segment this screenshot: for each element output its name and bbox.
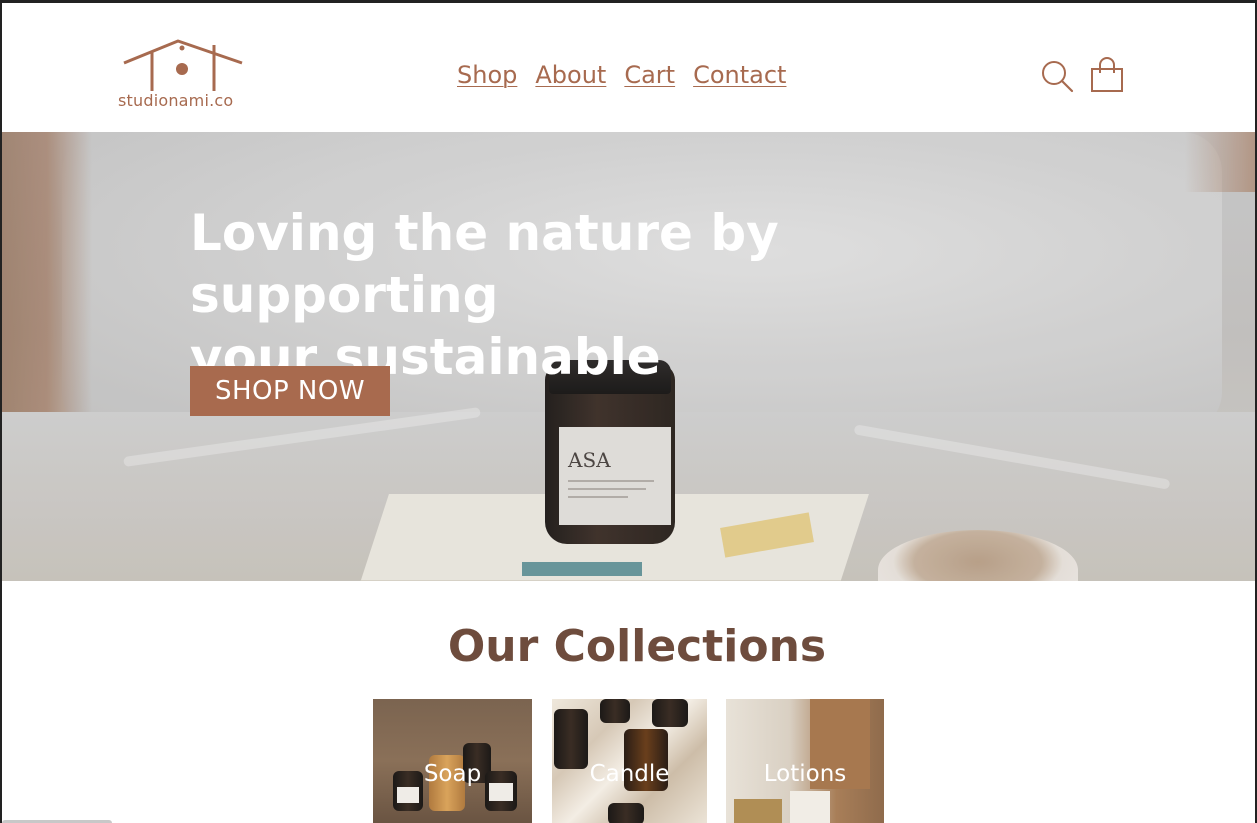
- collection-card-candle[interactable]: Candle: [552, 699, 707, 823]
- basket-image: [734, 799, 782, 823]
- hero-title-line-1: Loving the nature by supporting: [190, 204, 779, 324]
- lotion-jar-image: [790, 791, 830, 823]
- page: studionami.co Shop About Cart Contact AS…: [2, 3, 1255, 823]
- candle-jar-image: [652, 699, 688, 727]
- candle-jar-image: [600, 699, 630, 723]
- main-nav: Shop About Cart Contact: [457, 61, 786, 89]
- candle-jar-image: [554, 709, 588, 769]
- house-logo-icon: [123, 39, 243, 91]
- brand-logo[interactable]: studionami.co: [118, 37, 258, 113]
- collection-label-soap: Soap: [423, 761, 482, 787]
- soap-jar-label: [397, 787, 419, 803]
- collection-card-soap[interactable]: Soap: [373, 699, 532, 823]
- collection-label-candle: Candle: [589, 761, 670, 787]
- shopping-bag-icon[interactable]: [1090, 57, 1124, 93]
- brand-name: studionami.co: [118, 91, 234, 110]
- hero-title: Loving the nature by supporting your sus…: [190, 202, 1090, 388]
- site-header: studionami.co Shop About Cart Contact: [2, 3, 1255, 132]
- nav-link-contact[interactable]: Contact: [693, 61, 786, 89]
- nav-link-shop[interactable]: Shop: [457, 61, 517, 89]
- search-icon[interactable]: [1040, 59, 1074, 93]
- nav-link-cart[interactable]: Cart: [624, 61, 675, 89]
- shop-now-button[interactable]: SHOP NOW: [190, 366, 390, 416]
- candle-jar-image: [608, 803, 644, 823]
- collection-label-lotions: Lotions: [763, 761, 847, 787]
- collection-card-lotions[interactable]: Lotions: [726, 699, 884, 823]
- nav-link-about[interactable]: About: [535, 61, 606, 89]
- hero-banner: ASA Loving the nature by supporting your…: [2, 132, 1255, 581]
- collections-title: Our Collections: [447, 621, 827, 672]
